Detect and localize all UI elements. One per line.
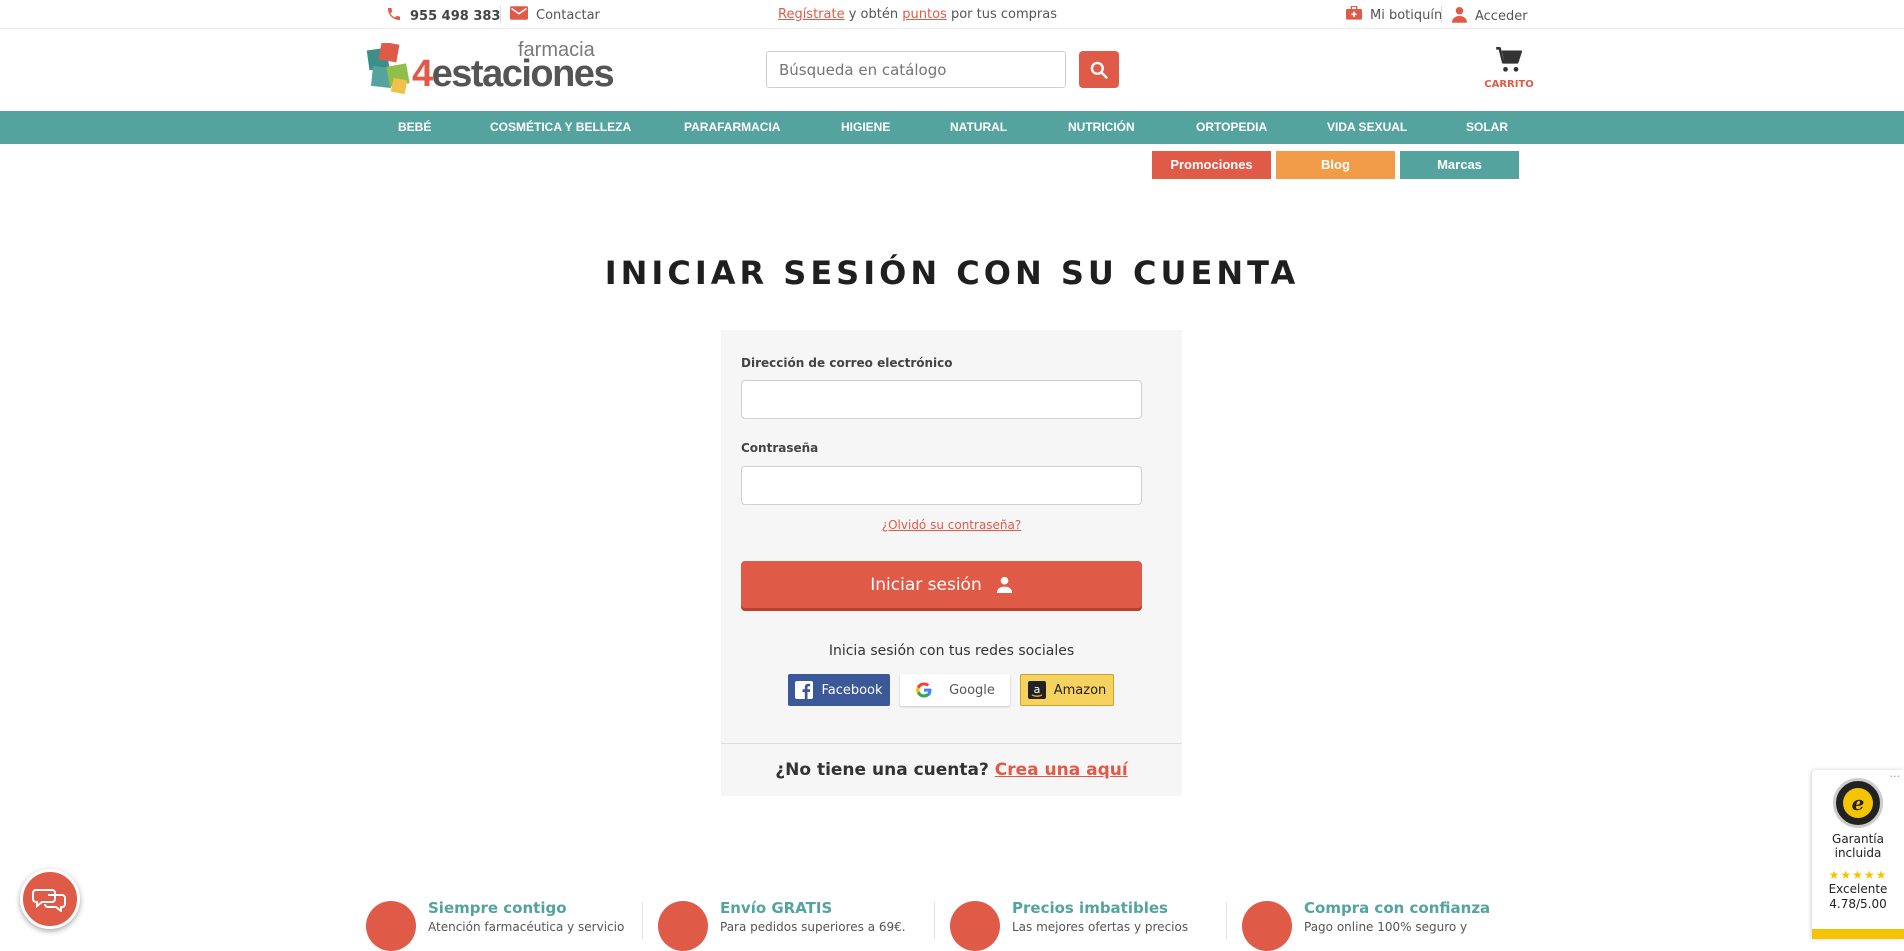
marcas-button[interactable]: Marcas	[1400, 151, 1519, 179]
logo-cubes-icon	[366, 43, 410, 95]
phone-number: 955 498 383	[410, 8, 501, 24]
nav-item-nutricion[interactable]: NUTRICIÓN	[1068, 120, 1135, 134]
feature-siempre-contigo: Siempre contigo Atención farmacéutica y …	[366, 899, 646, 951]
logo-wordmark: 4estaciones	[412, 53, 615, 96]
nav-item-bebe[interactable]: BEBÉ	[398, 120, 431, 134]
nav-item-solar[interactable]: SOLAR	[1466, 120, 1508, 134]
login-label: Acceder	[1475, 9, 1528, 24]
truck-icon	[658, 901, 708, 951]
cart-button[interactable]: CARRITO	[1484, 47, 1534, 90]
points-link[interactable]: puntos	[902, 7, 947, 22]
feature-compra-confianza: Compra con confianza Pago online 100% se…	[1242, 899, 1522, 951]
register-promo: Regístrate y obtén puntos por tus compra…	[778, 7, 1057, 22]
main-nav: BEBÉ COSMÉTICA Y BELLEZA PARAFARMACIA HI…	[0, 111, 1904, 144]
phone-link[interactable]: 955 498 383	[386, 6, 500, 26]
feature-title: Compra con confianza	[1304, 899, 1491, 917]
trusted-bar	[1812, 929, 1904, 939]
feature-envio-gratis: Envío GRATIS Para pedidos superiores a 6…	[658, 899, 938, 951]
nav-item-vida-sexual[interactable]: VIDA SEXUAL	[1327, 120, 1407, 134]
trusted-shops-seal-icon: e	[1833, 778, 1883, 828]
topbar-divider	[500, 6, 501, 23]
topbar-divider	[1441, 6, 1442, 23]
password-field[interactable]	[741, 466, 1142, 505]
discount-icon	[950, 901, 1000, 951]
card-divider	[721, 743, 1182, 744]
feature-title: Envío GRATIS	[720, 899, 833, 917]
user-icon	[996, 576, 1012, 593]
feature-title: Precios imbatibles	[1012, 899, 1168, 917]
google-label: Google	[949, 682, 995, 698]
rating-stars: ★★★★★	[1828, 868, 1888, 882]
pharmacist-icon	[366, 901, 416, 951]
mail-icon	[510, 6, 528, 24]
google-login-button[interactable]: Google	[900, 674, 1010, 706]
page-title: INICIAR SESIÓN CON SU CUENTA	[604, 254, 1300, 292]
secure-payment-icon	[1242, 901, 1292, 951]
no-account-text: ¿No tiene una cuenta?	[775, 760, 989, 780]
promociones-button[interactable]: Promociones	[1152, 151, 1271, 179]
forgot-password-link[interactable]: ¿Olvidó su contraseña?	[721, 518, 1182, 532]
feature-divider	[1226, 902, 1227, 939]
submit-login-label: Iniciar sesión	[870, 574, 982, 595]
nav-item-higiene[interactable]: HIGIENE	[841, 120, 890, 134]
submit-login-button[interactable]: Iniciar sesión	[741, 561, 1142, 608]
feature-subtitle: Atención farmacéutica y servicio	[428, 920, 625, 934]
facebook-label: Facebook	[821, 682, 883, 698]
chat-button[interactable]	[20, 869, 80, 929]
feature-divider	[934, 902, 935, 939]
contact-label: Contactar	[536, 7, 600, 23]
register-link[interactable]: Regístrate	[778, 7, 845, 22]
create-account-link[interactable]: Crea una aquí	[995, 760, 1128, 780]
feature-subtitle: Pago online 100% seguro y	[1304, 920, 1468, 934]
svg-text:a: a	[1033, 683, 1040, 696]
nav-item-cosmetica[interactable]: COSMÉTICA Y BELLEZA	[490, 120, 631, 134]
promo-text-end: por tus compras	[950, 7, 1057, 22]
rating-score: 4.78/5.00	[1829, 897, 1887, 911]
blog-button[interactable]: Blog	[1276, 151, 1395, 179]
feature-title: Siempre contigo	[428, 899, 567, 917]
login-form: Dirección de correo electrónico Contrase…	[721, 330, 1182, 796]
email-field[interactable]	[741, 380, 1142, 419]
search-icon	[1090, 61, 1108, 79]
nav-item-natural[interactable]: NATURAL	[950, 120, 1007, 134]
search-button[interactable]	[1079, 51, 1119, 88]
cart-label: CARRITO	[1484, 79, 1534, 90]
facebook-login-button[interactable]: Facebook	[788, 674, 890, 706]
trusted-guarantee: Garantía incluida	[1832, 832, 1884, 860]
amazon-label: Amazon	[1053, 682, 1107, 698]
contact-link[interactable]: Contactar	[510, 6, 600, 24]
trusted-shops-badge[interactable]: ··· e Garantía incluida ★★★★★ Excelente …	[1812, 770, 1904, 939]
site-logo[interactable]: farmacia 4estaciones	[366, 39, 615, 101]
email-label: Dirección de correo electrónico	[741, 356, 953, 370]
login-link[interactable]: Acceder	[1452, 6, 1528, 27]
amazon-login-button[interactable]: a Amazon	[1020, 674, 1114, 706]
feature-precios: Precios imbatibles Las mejores ofertas y…	[950, 899, 1230, 951]
user-icon	[1452, 6, 1467, 27]
more-options-icon[interactable]: ···	[1890, 770, 1901, 783]
botiquin-label: Mi botiquín	[1370, 7, 1443, 23]
feature-subtitle: Las mejores ofertas y precios	[1012, 920, 1189, 934]
amazon-icon: a	[1027, 681, 1046, 699]
site-header: farmacia 4estaciones CARRITO	[0, 29, 1904, 111]
google-icon	[916, 682, 932, 698]
nav-item-parafarmacia[interactable]: PARAFARMACIA	[684, 120, 780, 134]
botiquin-link[interactable]: Mi botiquín	[1346, 5, 1443, 24]
search-input[interactable]	[766, 51, 1066, 88]
phone-icon	[386, 6, 402, 26]
logo-number: 4	[412, 53, 433, 95]
password-label: Contraseña	[741, 441, 819, 455]
nav-item-ortopedia[interactable]: ORTOPEDIA	[1196, 120, 1267, 134]
chat-bubbles-icon	[32, 889, 66, 912]
first-aid-kit-icon	[1346, 5, 1362, 24]
no-account-prompt: ¿No tiene una cuenta? Crea una aquí	[721, 760, 1182, 780]
logo-word: estaciones	[431, 53, 615, 95]
facebook-icon	[795, 681, 814, 699]
top-bar: 955 498 383 Contactar Regístrate y obtén…	[0, 0, 1904, 29]
social-login-text: Inicia sesión con tus redes sociales	[828, 643, 1075, 659]
cart-icon	[1496, 47, 1522, 72]
feature-divider	[642, 902, 643, 939]
rating-label: Excelente	[1828, 882, 1888, 896]
feature-subtitle: Para pedidos superiores a 69€.	[720, 920, 906, 934]
promo-text-mid: y obtén	[848, 7, 899, 22]
